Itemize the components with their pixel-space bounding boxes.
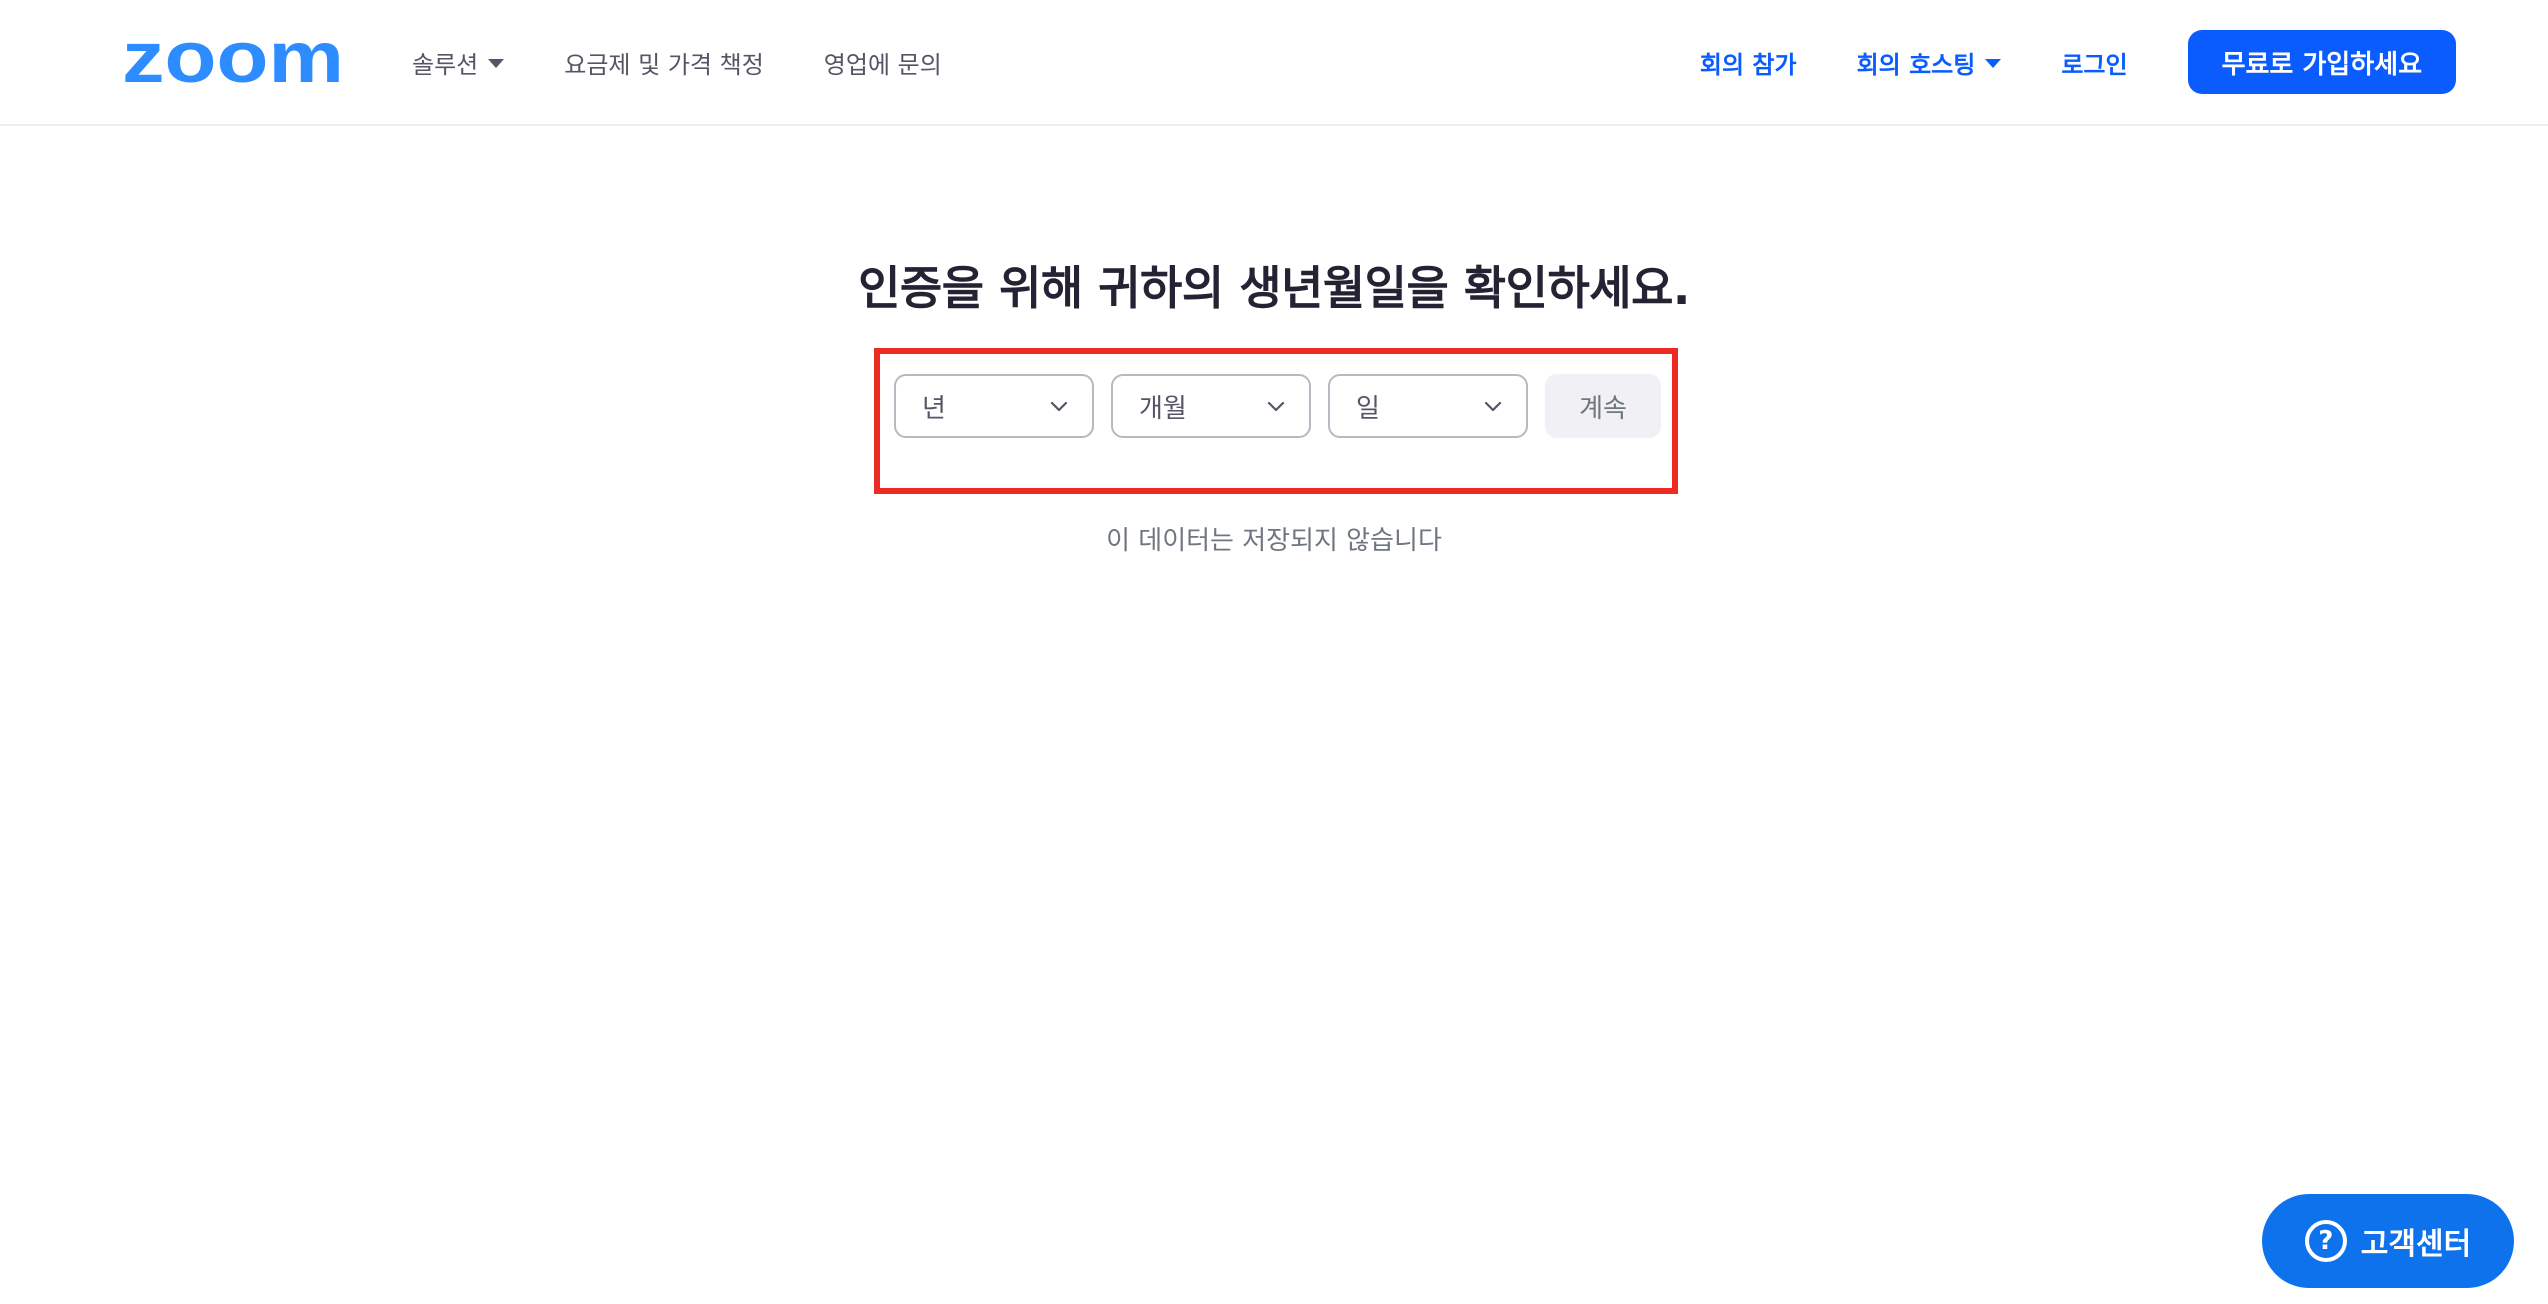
- nav-host-meeting-label: 회의 호스팅: [1856, 50, 1976, 79]
- chevron-down-icon: [1267, 401, 1285, 412]
- zoom-logo[interactable]: zoom: [122, 30, 346, 90]
- month-select[interactable]: 개월: [1111, 374, 1311, 438]
- chevron-down-icon: [1050, 401, 1068, 412]
- day-select-value: 일: [1356, 393, 1380, 424]
- nav-host-meeting[interactable]: 회의 호스팅: [1857, 45, 2002, 80]
- nav-solutions-label: 솔루션: [412, 50, 479, 79]
- caret-down-icon: [488, 59, 505, 68]
- nav-join-meeting[interactable]: 회의 참가: [1700, 45, 1797, 80]
- nav-pricing-label: 요금제 및 가격 책정: [564, 50, 764, 79]
- nav-contact-sales[interactable]: 영업에 문의: [824, 45, 942, 80]
- nav-sign-in[interactable]: 로그인: [2061, 45, 2127, 80]
- page-title: 인증을 위해 귀하의 생년월일을 확인하세요.: [858, 261, 1690, 315]
- help-center-label: 고객센터: [2360, 1227, 2472, 1262]
- nav-pricing[interactable]: 요금제 및 가격 책정: [564, 45, 764, 80]
- month-select-value: 개월: [1139, 393, 1187, 424]
- nav-contact-sales-label: 영업에 문의: [823, 50, 942, 79]
- zoom-logo-text: zoom: [122, 30, 344, 90]
- year-select-value: 년: [922, 393, 946, 424]
- secondary-nav: 회의 참가 회의 호스팅 로그인 무료로 가입하세요: [1700, 0, 2456, 124]
- help-center-button[interactable]: ? 고객센터: [2262, 1194, 2514, 1288]
- primary-nav: 솔루션 요금제 및 가격 책정 영업에 문의: [412, 0, 942, 124]
- chevron-down-icon: [1484, 401, 1502, 412]
- signup-free-button[interactable]: 무료로 가입하세요: [2187, 30, 2456, 94]
- nav-join-meeting-label: 회의 참가: [1699, 50, 1797, 79]
- day-select[interactable]: 일: [1328, 374, 1528, 438]
- top-header: zoom 솔루션 요금제 및 가격 책정 영업에 문의 회의 참가 회의 호스팅…: [0, 0, 2548, 126]
- continue-button[interactable]: 계속: [1545, 374, 1661, 438]
- question-circle-icon: ?: [2304, 1220, 2347, 1262]
- privacy-note: 이 데이터는 저장되지 않습니다: [1106, 526, 1442, 556]
- nav-sign-in-label: 로그인: [2061, 50, 2128, 79]
- nav-solutions[interactable]: 솔루션: [412, 45, 505, 80]
- birthdate-form: 년 개월 일 계속: [894, 374, 1661, 438]
- birthdate-form-highlight: 년 개월 일 계속: [874, 348, 1678, 494]
- caret-down-icon: [1985, 59, 2002, 68]
- year-select[interactable]: 년: [894, 374, 1094, 438]
